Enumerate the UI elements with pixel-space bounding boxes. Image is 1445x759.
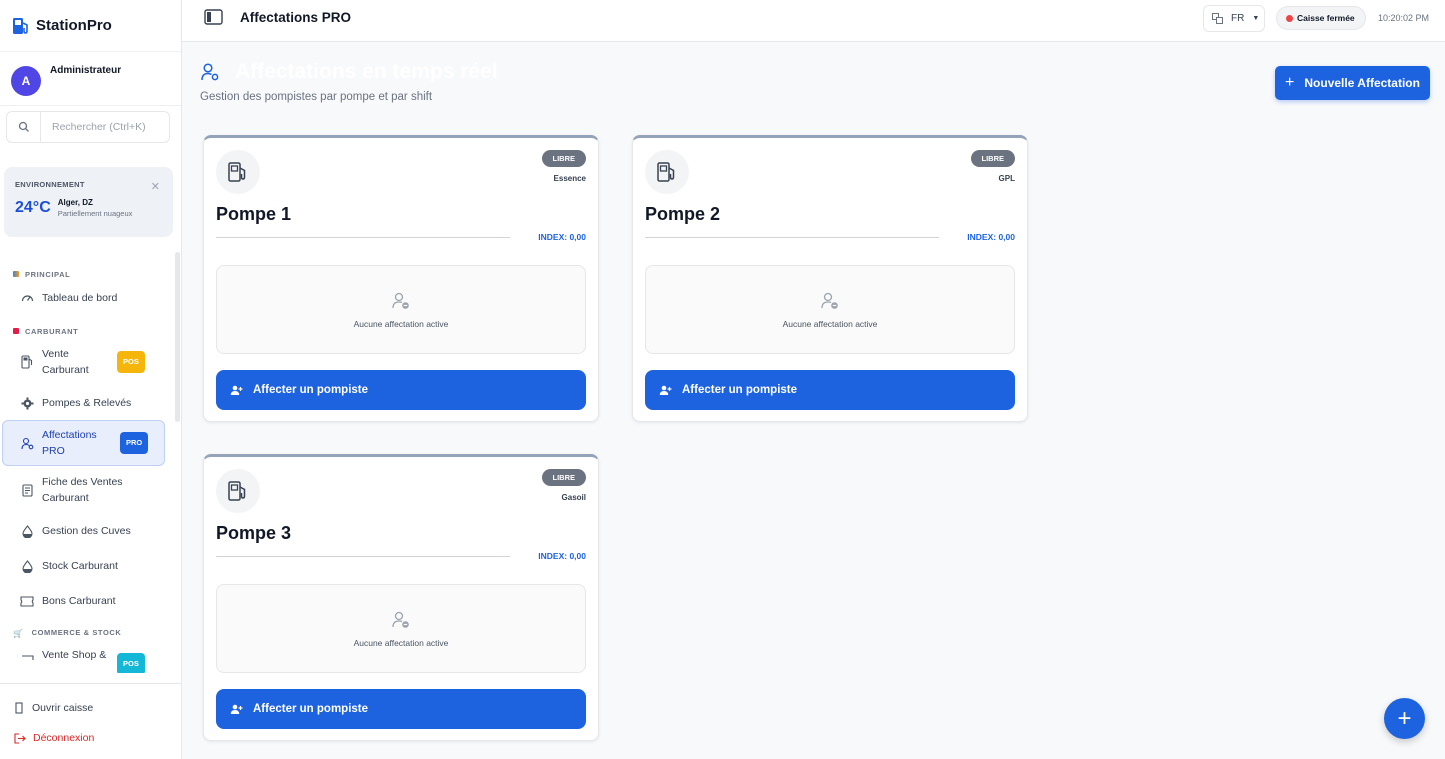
- pump-index: INDEX: 0,00: [538, 551, 586, 561]
- user-settings-icon: [20, 436, 34, 450]
- dashboard-icon: [20, 291, 34, 305]
- pump-name: Pompe 2: [645, 204, 721, 224]
- sidebar: StationPro A Administrateur Rechercher (…: [0, 0, 182, 759]
- search-input[interactable]: Rechercher (Ctrl+K): [41, 121, 146, 133]
- page-subtitle: Gestion des pompistes par pompe et par s…: [200, 91, 433, 103]
- brand[interactable]: StationPro: [0, 0, 181, 52]
- sidebar-item-bons[interactable]: Bons Carburant: [0, 584, 182, 618]
- assign-pump-attendant-button[interactable]: Affecter un pompiste: [645, 370, 1015, 410]
- pos-badge: POS: [117, 653, 145, 673]
- sidebar-item-fiche[interactable]: Fiche des Ventes Carburant: [0, 466, 182, 514]
- open-register-button[interactable]: Ouvrir caisse: [0, 693, 182, 723]
- pump-name: Pompe 1: [216, 204, 292, 224]
- fuel-pump-icon: [216, 469, 260, 513]
- pos-badge: POS: [117, 351, 145, 373]
- pump-card: LIBRE Gasoil Pompe 3 INDEX: 0,00 Aucune …: [203, 454, 599, 741]
- fuel-pump-icon: [216, 150, 260, 194]
- fuel-pump-icon: [645, 150, 689, 194]
- user-plus-icon: [659, 385, 672, 396]
- chart-icon: [13, 271, 19, 277]
- search-box[interactable]: Rechercher (Ctrl+K): [6, 111, 170, 143]
- register-status-badge[interactable]: Caisse fermée: [1276, 6, 1366, 30]
- logout-icon: [14, 732, 26, 744]
- user-minus-icon: [821, 292, 838, 309]
- user-plus-icon: [230, 704, 243, 715]
- shop-icon: [20, 647, 34, 661]
- status-badge: LIBRE: [541, 150, 586, 167]
- page-heading: Affectations en temps réel: [235, 60, 498, 83]
- status-badge: LIBRE: [970, 150, 1015, 167]
- status-badge: LIBRE: [541, 469, 586, 486]
- topbar: Affectations PRO FR ▼ Caisse fermée 10:2…: [182, 0, 1445, 42]
- sidebar-item-tableau[interactable]: Tableau de bord: [0, 281, 182, 315]
- sidebar-item-vente-shop[interactable]: Vente Shop & POS: [0, 639, 182, 673]
- fuel-type: Gasoil: [561, 493, 586, 502]
- environment-label: ENVIRONNEMENT: [15, 180, 85, 189]
- plus-icon: +: [1285, 74, 1295, 91]
- register-icon: [15, 702, 23, 714]
- avatar: A: [11, 66, 41, 96]
- sidebar-bottom: Ouvrir caisse Déconnexion: [0, 683, 182, 759]
- temperature: 24°C: [15, 199, 51, 216]
- divider: [645, 237, 939, 238]
- weather-condition: Partiellement nuageux: [57, 209, 133, 218]
- gear-icon: [20, 396, 34, 410]
- section-principal: PRINCIPAL: [0, 267, 182, 281]
- user-minus-icon: [392, 611, 409, 628]
- app-name: StationPro: [36, 17, 112, 34]
- section-carburant: CARBURANT: [0, 324, 182, 338]
- pump-index: INDEX: 0,00: [538, 232, 586, 242]
- assign-pump-attendant-button[interactable]: Affecter un pompiste: [216, 370, 586, 410]
- page-header: Affectations en temps réel Gestion des p…: [200, 60, 498, 103]
- status-dot-icon: [1286, 14, 1293, 22]
- logout-button[interactable]: Déconnexion: [0, 723, 182, 753]
- cart-icon: 🛒: [13, 629, 24, 638]
- fuel-pump-icon: [20, 355, 34, 369]
- empty-assignment: Aucune affectation active: [645, 265, 1015, 354]
- user-panel[interactable]: A Administrateur: [0, 52, 181, 106]
- divider: [216, 556, 510, 557]
- city: Alger, DZ: [57, 198, 93, 207]
- close-icon[interactable]: ✕: [151, 180, 160, 193]
- assign-pump-attendant-button[interactable]: Affecter un pompiste: [216, 689, 586, 729]
- sidebar-item-cuves[interactable]: Gestion des Cuves: [0, 514, 182, 548]
- ticket-icon: [20, 594, 34, 608]
- user-minus-icon: [392, 292, 409, 309]
- pro-badge: PRO: [120, 432, 149, 454]
- new-assignment-button[interactable]: + Nouvelle Affectation: [1275, 66, 1430, 100]
- translate-icon: [1212, 13, 1223, 24]
- search-icon: [7, 112, 41, 142]
- pump-name: Pompe 3: [216, 523, 292, 543]
- section-commerce: 🛒 COMMERCE & STOCK: [13, 627, 122, 639]
- sidebar-item-vente-carburant[interactable]: Vente Carburant POS: [0, 338, 182, 386]
- environment-card: ENVIRONNEMENT ✕ 24°C Alger, DZ Partielle…: [4, 167, 173, 237]
- fuel-type: GPL: [998, 174, 1015, 183]
- fuel-type: Essence: [553, 174, 586, 183]
- chevron-down-icon: ▼: [1252, 15, 1260, 22]
- pump-index: INDEX: 0,00: [967, 232, 1015, 242]
- plus-icon: +: [1397, 704, 1412, 732]
- sidebar-nav: PRINCIPAL Tableau de bord CARBURANT Vent…: [0, 258, 182, 673]
- clock: 10:20:02 PM: [1378, 13, 1430, 23]
- page-title: Affectations PRO: [240, 10, 352, 25]
- fuel-pump-logo-icon: [13, 17, 28, 34]
- sidebar-item-affectations[interactable]: Affectations PRO PRO: [2, 420, 165, 466]
- user-settings-icon: [201, 63, 219, 81]
- document-icon: [20, 483, 34, 497]
- droplet-icon: [20, 524, 34, 538]
- sidebar-item-stock[interactable]: Stock Carburant: [0, 548, 182, 584]
- add-fab-button[interactable]: +: [1384, 698, 1425, 739]
- divider: [216, 237, 510, 238]
- sidebar-toggle-icon[interactable]: [204, 9, 223, 25]
- sidebar-item-pompes[interactable]: Pompes & Relevés: [0, 386, 182, 420]
- fuel-icon: [13, 328, 19, 334]
- empty-assignment: Aucune affectation active: [216, 584, 586, 673]
- empty-assignment: Aucune affectation active: [216, 265, 586, 354]
- user-name: Administrateur: [50, 65, 122, 76]
- language-select[interactable]: FR ▼: [1203, 5, 1265, 32]
- user-plus-icon: [230, 385, 243, 396]
- droplet-icon: [20, 559, 34, 573]
- pump-card: LIBRE Essence Pompe 1 INDEX: 0,00 Aucune…: [203, 135, 599, 422]
- pump-card: LIBRE GPL Pompe 2 INDEX: 0,00 Aucune aff…: [632, 135, 1028, 422]
